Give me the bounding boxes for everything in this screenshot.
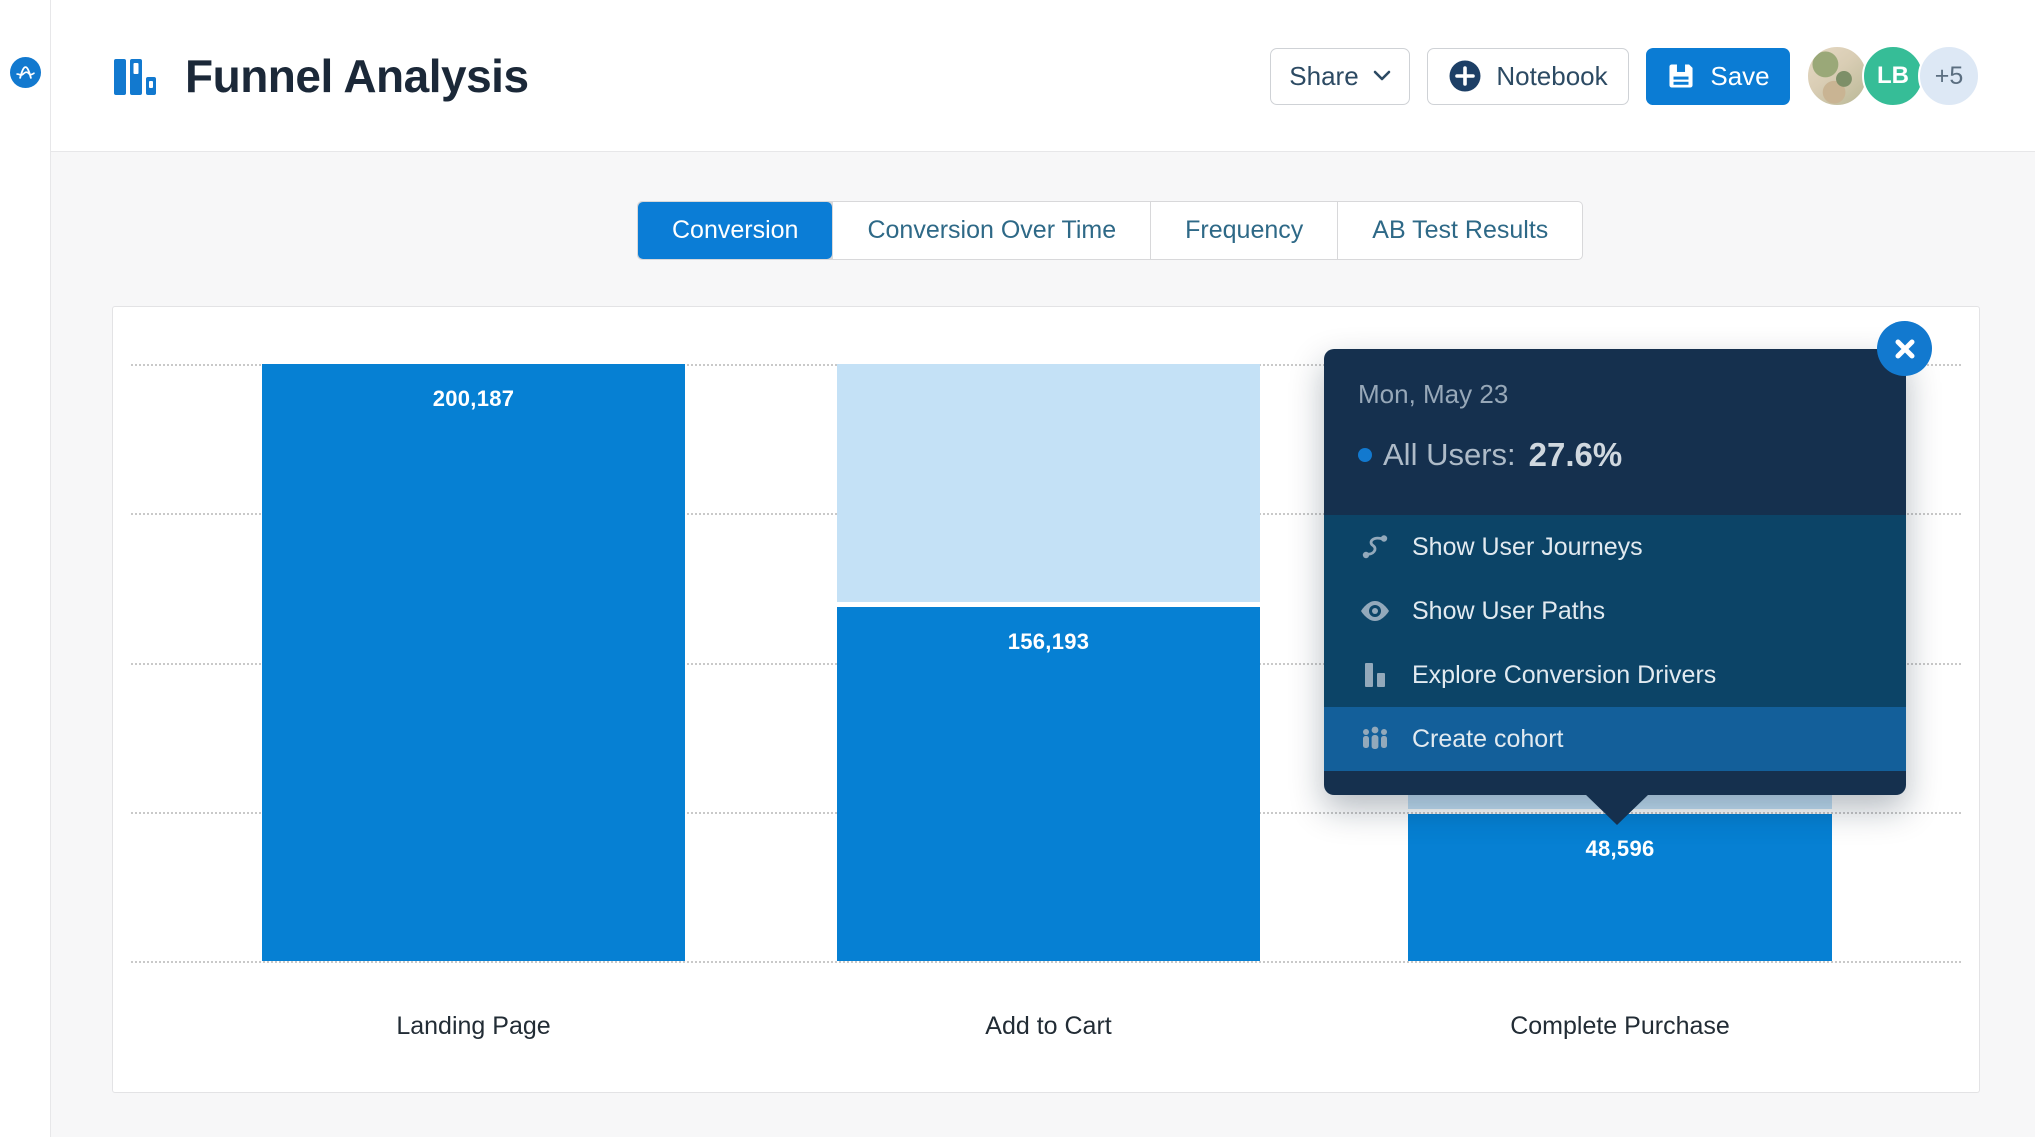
- bar-value-label: 156,193: [1007, 629, 1090, 654]
- bar-category-label: Add to Cart: [985, 1012, 1112, 1040]
- bar-value-label: 200,187: [432, 386, 515, 411]
- dropoff-segment[interactable]: [837, 364, 1260, 602]
- converted-segment[interactable]: 200,187: [262, 364, 685, 961]
- toolbar-actions: Share Notebook Save LB +5: [1270, 0, 1980, 152]
- cohort-icon: [1358, 725, 1392, 753]
- funnel-bar-add-to-cart[interactable]: 156,193: [837, 307, 1260, 961]
- left-rail: [0, 0, 51, 1137]
- tooltip-menu-item-show-user-journeys[interactable]: Show User Journeys: [1324, 515, 1906, 579]
- series-dot-icon: [1358, 448, 1372, 462]
- tab-frequency[interactable]: Frequency: [1151, 202, 1338, 259]
- converted-segment[interactable]: 48,596: [1408, 814, 1832, 961]
- tab-conversion[interactable]: Conversion: [638, 202, 833, 259]
- tooltip-footer: [1324, 771, 1906, 795]
- tooltip-menu: Show User Journeys Show User Paths Explore…: [1324, 515, 1906, 771]
- avatar-stack: LB +5: [1806, 45, 1980, 107]
- tab-ab-test-results[interactable]: AB Test Results: [1338, 202, 1583, 259]
- notebook-button[interactable]: Notebook: [1427, 47, 1629, 105]
- tooltip-arrow: [1584, 793, 1650, 825]
- tooltip-menu-item-explore-conversion-drivers[interactable]: Explore Conversion Drivers: [1324, 643, 1906, 707]
- notebook-button-label: Notebook: [1496, 60, 1608, 91]
- avatar-LB[interactable]: LB: [1862, 45, 1924, 107]
- converted-segment[interactable]: 156,193: [837, 607, 1260, 961]
- tooltip-menu-item-show-user-paths[interactable]: Show User Paths: [1324, 579, 1906, 643]
- tooltip-series-value: 27.6%: [1528, 436, 1623, 473]
- chevron-down-icon: [1373, 70, 1390, 81]
- share-button-label: Share: [1289, 60, 1359, 91]
- bar-chart-logo-icon: [114, 58, 156, 95]
- gridline: [131, 961, 1961, 963]
- tooltip-header: Mon, May 23 All Users: 27.6%: [1324, 349, 1906, 515]
- save-button[interactable]: Save: [1646, 47, 1790, 105]
- tooltip-menu-item-create-cohort[interactable]: Create cohort: [1324, 707, 1906, 771]
- logo-wave-a: [16, 66, 35, 79]
- bar-category-label: Landing Page: [396, 1012, 551, 1040]
- tooltip-series-name: All Users:: [1383, 437, 1516, 472]
- tooltip-menu-item-label: Show User Journeys: [1412, 532, 1643, 561]
- tooltip-menu-item-label: Show User Paths: [1412, 596, 1606, 625]
- tooltip-close-button[interactable]: [1877, 321, 1932, 376]
- page-title: Funnel Analysis: [185, 49, 529, 102]
- view-tabs: Conversion Conversion Over Time Frequency A…: [637, 201, 1584, 260]
- title-group: Funnel Analysis: [111, 49, 529, 103]
- bar-category-label: Complete Purchase: [1510, 1012, 1730, 1040]
- close-icon: [1895, 339, 1914, 358]
- journey-icon: [1358, 532, 1392, 562]
- save-floppy-icon: [1669, 64, 1693, 88]
- tooltip-series-row: All Users: 27.6%: [1358, 436, 1906, 474]
- top-bar: Funnel Analysis Share Notebook Save LB +…: [51, 0, 2035, 152]
- amplitude-logo-icon[interactable]: [10, 57, 41, 88]
- share-button[interactable]: Share: [1270, 47, 1410, 105]
- tab-conversion-over-time[interactable]: Conversion Over Time: [833, 202, 1151, 259]
- bar-value-label: 48,596: [1585, 836, 1655, 861]
- funnel-bar-landing-page[interactable]: 200,187: [262, 307, 685, 961]
- tooltip-date: Mon, May 23: [1358, 379, 1509, 409]
- tooltip-menu-item-label: Explore Conversion Drivers: [1412, 660, 1717, 689]
- avatar-photo[interactable]: [1806, 45, 1868, 107]
- bars-icon: [1358, 661, 1392, 689]
- eye-icon: [1358, 599, 1392, 623]
- avatar-+5[interactable]: +5: [1918, 45, 1980, 107]
- chart-tooltip: Mon, May 23 All Users: 27.6% Show User J…: [1324, 349, 1906, 825]
- save-button-label: Save: [1710, 60, 1770, 91]
- plus-circle-icon: [1449, 60, 1481, 92]
- tooltip-menu-item-label: Create cohort: [1412, 724, 1564, 753]
